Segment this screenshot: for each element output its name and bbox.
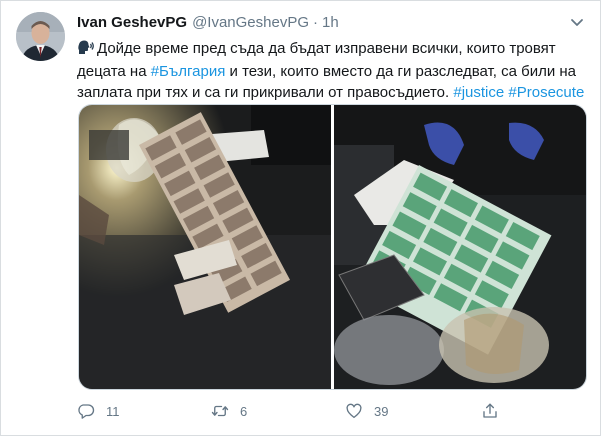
retweet-button[interactable]: 6 bbox=[211, 400, 247, 422]
like-count: 39 bbox=[374, 403, 389, 419]
timestamp[interactable]: 1h bbox=[322, 14, 339, 31]
author-name[interactable]: Ivan GeshevPG bbox=[77, 14, 187, 31]
tweet-text: Дойде време пред съда да бъдат изправени… bbox=[77, 38, 589, 103]
hashtag-justice[interactable]: #justice bbox=[453, 84, 504, 101]
photo-banknotes-flash[interactable] bbox=[79, 105, 331, 389]
reply-button[interactable]: 11 bbox=[77, 400, 120, 422]
tweet-card[interactable]: Ivan GeshevPG @IvanGeshevPG · 1h Дойде в… bbox=[0, 0, 601, 436]
retweet-icon bbox=[211, 405, 229, 417]
tweet-actions: 11 6 39 bbox=[77, 400, 589, 422]
separator-dot: · bbox=[313, 14, 319, 31]
photo-banknotes-gloves[interactable] bbox=[334, 105, 586, 389]
reply-icon bbox=[78, 404, 95, 419]
retweet-count: 6 bbox=[240, 403, 248, 419]
tweet-header: Ivan GeshevPG @IvanGeshevPG · 1h bbox=[77, 14, 339, 34]
tweet-media[interactable] bbox=[78, 104, 587, 390]
reply-count: 11 bbox=[106, 403, 120, 419]
speaking-head-icon bbox=[77, 39, 95, 61]
author-handle[interactable]: @IvanGeshevPG bbox=[192, 14, 309, 31]
chevron-down-icon[interactable] bbox=[569, 14, 585, 30]
share-icon bbox=[483, 403, 497, 418]
hashtag-bulgaria[interactable]: #България bbox=[151, 63, 226, 80]
avatar[interactable] bbox=[16, 12, 65, 61]
share-button[interactable] bbox=[481, 400, 499, 422]
like-button[interactable]: 39 bbox=[345, 400, 388, 422]
heart-icon bbox=[346, 403, 362, 419]
hashtag-prosecute[interactable]: #Prosecute bbox=[508, 84, 584, 101]
